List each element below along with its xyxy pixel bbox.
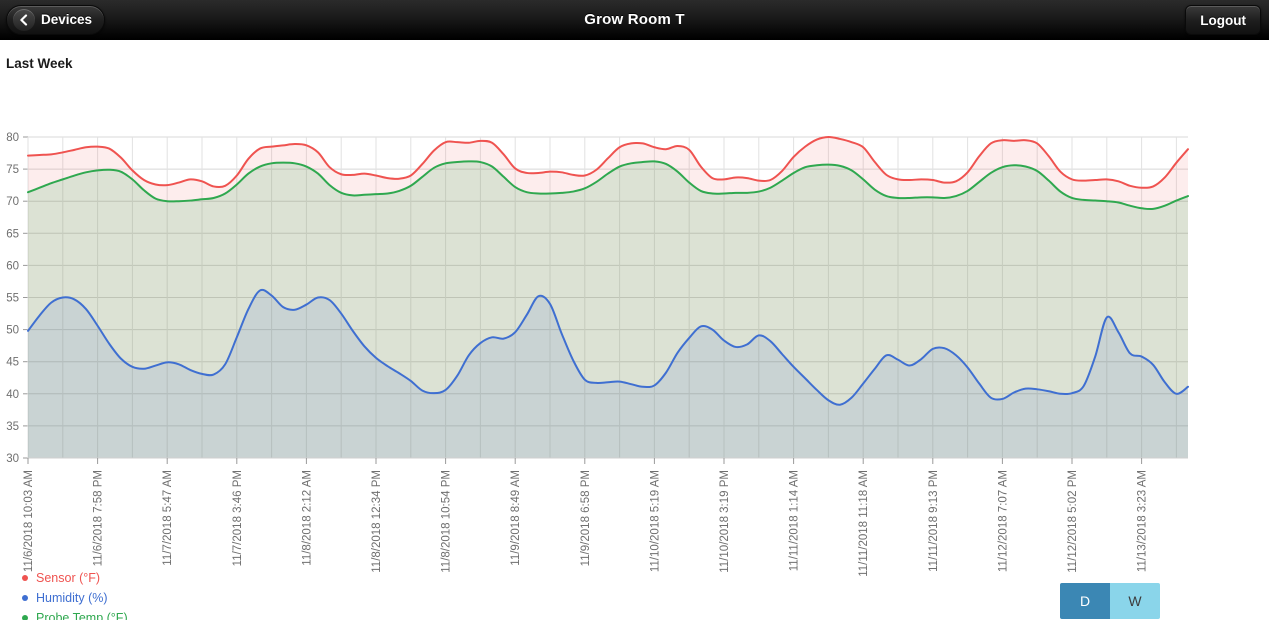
svg-text:11/8/2018 12:34 PM: 11/8/2018 12:34 PM xyxy=(371,470,383,573)
svg-text:11/6/2018 7:58 PM: 11/6/2018 7:58 PM xyxy=(93,470,105,566)
legend-item-humidity[interactable]: Humidity (%) xyxy=(22,588,128,608)
svg-text:40: 40 xyxy=(6,389,19,401)
svg-text:35: 35 xyxy=(6,421,19,433)
logout-button-label: Logout xyxy=(1200,12,1246,28)
legend-dot-probe-temp xyxy=(22,615,28,620)
legend-label-humidity: Humidity (%) xyxy=(36,591,108,605)
svg-text:65: 65 xyxy=(6,228,19,240)
legend-label-sensor: Sensor (°F) xyxy=(36,571,101,585)
svg-text:60: 60 xyxy=(6,260,19,272)
legend-item-sensor[interactable]: Sensor (°F) xyxy=(22,568,128,588)
legend-dot-humidity xyxy=(22,595,28,601)
back-button-label: Devices xyxy=(41,12,93,27)
back-to-devices-button[interactable]: Devices xyxy=(6,4,106,35)
svg-text:11/11/2018 11:18 AM: 11/11/2018 11:18 AM xyxy=(858,470,870,577)
svg-text:11/11/2018 9:13 PM: 11/11/2018 9:13 PM xyxy=(928,470,940,572)
svg-text:11/7/2018 5:47 AM: 11/7/2018 5:47 AM xyxy=(162,470,174,566)
range-toggle-group[interactable]: D W xyxy=(1060,583,1160,619)
logout-button[interactable]: Logout xyxy=(1185,5,1261,35)
legend-label-probe-temp: Probe Temp (°F) xyxy=(36,611,128,620)
chevron-left-icon xyxy=(13,8,35,31)
svg-text:50: 50 xyxy=(6,325,19,337)
svg-text:30: 30 xyxy=(6,453,19,465)
svg-text:11/12/2018 5:02 PM: 11/12/2018 5:02 PM xyxy=(1067,470,1079,573)
page-title: Grow Room T xyxy=(584,11,685,28)
sensor-history-chart[interactable]: 80 75 70 65 60 55 50 45 40 35 30 11/6/2018 10:03 AM… xyxy=(0,78,1269,578)
range-button-day[interactable]: D xyxy=(1060,583,1110,619)
svg-text:11/6/2018 10:03 AM: 11/6/2018 10:03 AM xyxy=(23,470,35,572)
svg-text:11/7/2018 3:46 PM: 11/7/2018 3:46 PM xyxy=(232,470,244,566)
svg-text:55: 55 xyxy=(6,293,19,305)
svg-text:11/9/2018 6:58 PM: 11/9/2018 6:58 PM xyxy=(580,470,592,566)
svg-text:11/10/2018 3:19 PM: 11/10/2018 3:19 PM xyxy=(719,470,731,573)
svg-text:11/8/2018 2:12 AM: 11/8/2018 2:12 AM xyxy=(301,470,313,566)
svg-text:70: 70 xyxy=(6,196,19,208)
svg-text:11/10/2018 5:19 AM: 11/10/2018 5:19 AM xyxy=(649,470,661,572)
svg-text:80: 80 xyxy=(6,132,19,144)
svg-text:75: 75 xyxy=(6,164,19,176)
chart-canvas: 80 75 70 65 60 55 50 45 40 35 30 11/6/2018 10:03 AM… xyxy=(6,132,1189,577)
svg-text:11/13/2018 3:23 AM: 11/13/2018 3:23 AM xyxy=(1137,470,1149,572)
legend-item-probe-temp[interactable]: Probe Temp (°F) xyxy=(22,608,128,620)
svg-text:11/12/2018 7:07 AM: 11/12/2018 7:07 AM xyxy=(997,470,1009,572)
chart-section-title: Last Week xyxy=(6,56,73,71)
chart-legend: Sensor (°F) Humidity (%) Probe Temp (°F) xyxy=(22,568,128,620)
app-header: Devices Grow Room T Logout xyxy=(0,0,1269,40)
legend-dot-sensor xyxy=(22,575,28,581)
svg-text:11/11/2018 1:14 AM: 11/11/2018 1:14 AM xyxy=(789,470,801,571)
page-body: Last Week 80 75 70 65 60 55 50 45 40 35 30 11/6/201… xyxy=(0,40,1269,620)
svg-text:11/9/2018 8:49 AM: 11/9/2018 8:49 AM xyxy=(510,470,522,566)
svg-text:11/8/2018 10:54 PM: 11/8/2018 10:54 PM xyxy=(441,470,453,573)
range-button-week[interactable]: W xyxy=(1110,583,1160,619)
svg-text:45: 45 xyxy=(6,357,19,369)
